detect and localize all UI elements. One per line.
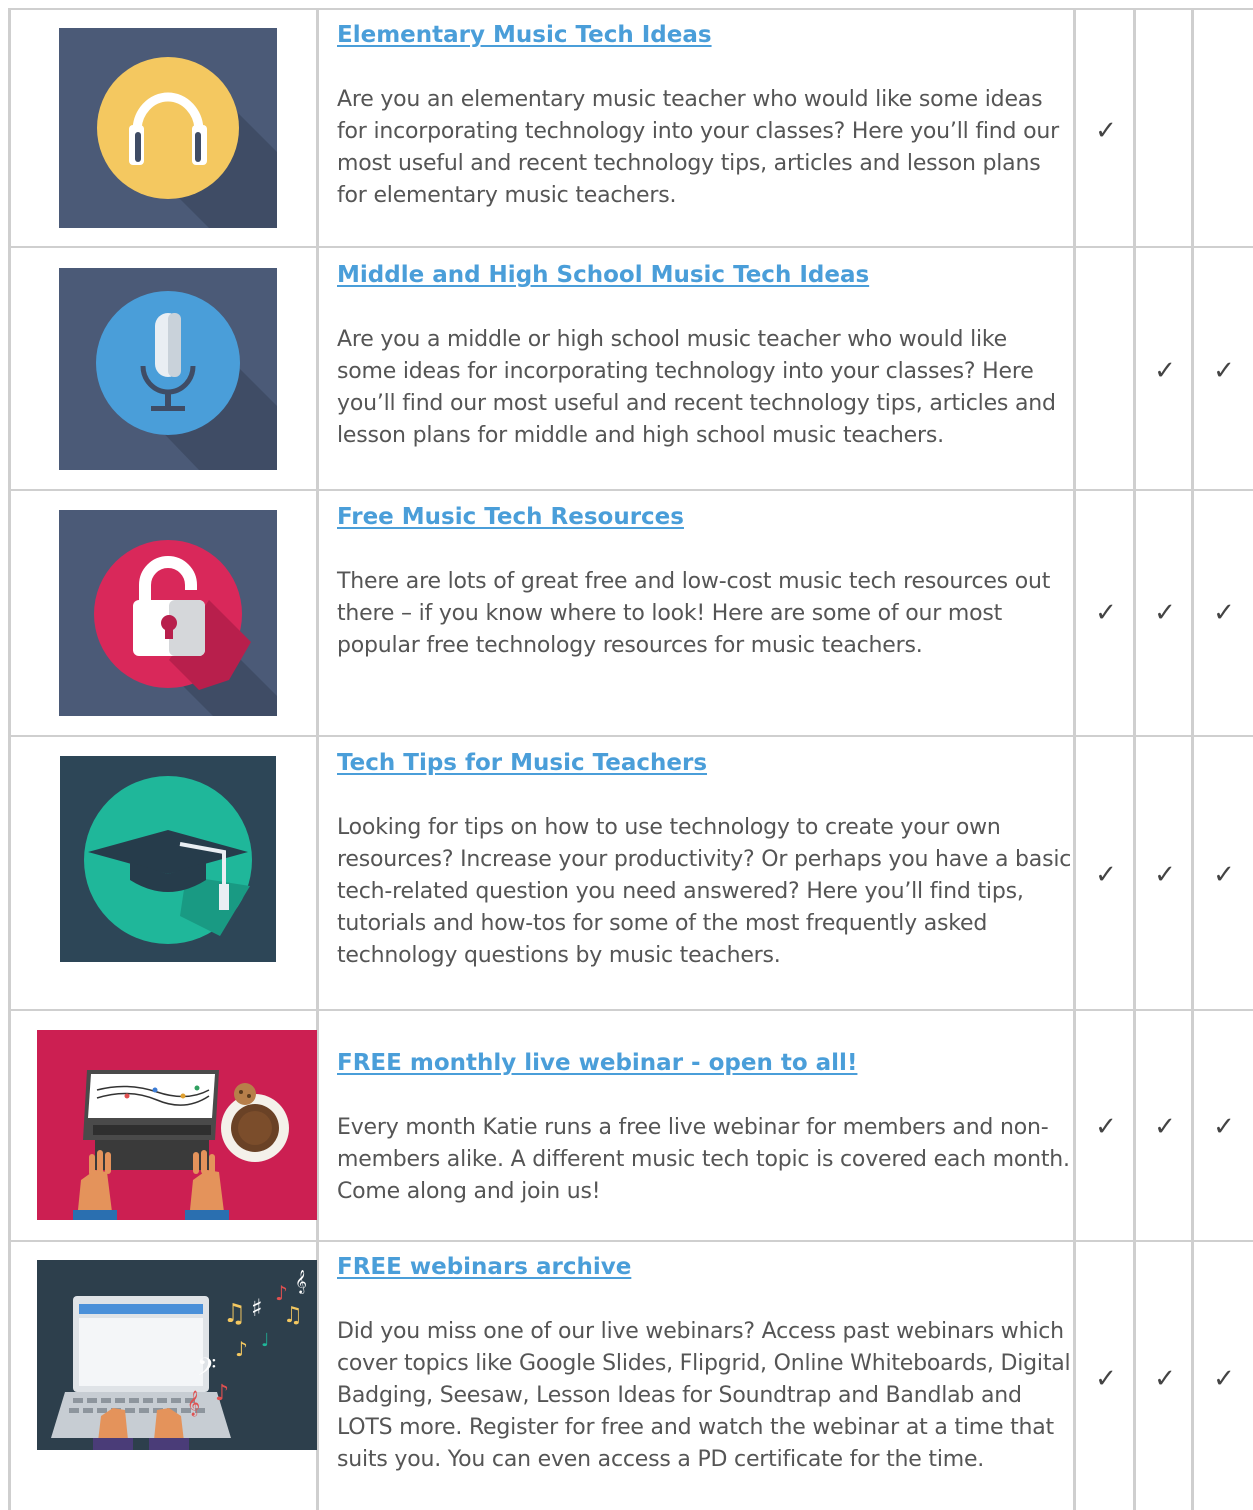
laptop-coffee-illustration	[37, 1030, 317, 1220]
svg-text:𝄞: 𝄞	[187, 1390, 200, 1416]
free-music-tech-resources-link[interactable]: Free Music Tech Resources	[337, 502, 684, 532]
row-4-check-col-1: ✓	[1095, 860, 1117, 890]
row-divider	[8, 735, 1253, 737]
webinars-archive-description: Did you miss one of our live webinars? A…	[337, 1319, 1071, 1472]
row-divider	[8, 246, 1253, 248]
row-5-check-col-1: ✓	[1095, 1112, 1117, 1142]
svg-text:♪: ♪	[235, 1337, 248, 1361]
row-5-check-col-3: ✓	[1213, 1112, 1235, 1142]
resource-table: Elementary Music Tech Ideas Are you an e…	[0, 0, 1253, 1510]
row-1-check-col-1: ✓	[1095, 116, 1117, 146]
row-6-check-col-1: ✓	[1095, 1364, 1117, 1394]
laptop-music-notes-illustration: 𝄢 ♫ ♯ ♪ ♪ ♫ ♪ ♩ 𝄞 𝄞	[37, 1260, 317, 1450]
svg-text:♫: ♫	[223, 1299, 246, 1329]
elementary-music-tech-ideas-link[interactable]: Elementary Music Tech Ideas	[337, 20, 712, 50]
row-5-check-col-2: ✓	[1154, 1112, 1176, 1142]
row-4-check-col-3: ✓	[1213, 860, 1235, 890]
table-border-text-column	[1073, 8, 1076, 1510]
monthly-webinar-description: Every month Katie runs a free live webin…	[337, 1115, 1070, 1204]
svg-text:♩: ♩	[261, 1330, 270, 1351]
middle-high-school-music-tech-ideas-link[interactable]: Middle and High School Music Tech Ideas	[337, 260, 869, 290]
svg-text:𝄞: 𝄞	[295, 1269, 307, 1294]
microphone-icon	[59, 268, 277, 470]
free-monthly-live-webinar-link[interactable]: FREE monthly live webinar - open to all!	[337, 1048, 857, 1078]
table-border-check-column-2	[1191, 8, 1194, 1510]
svg-text:♪: ♪	[275, 1281, 288, 1305]
row-6-check-col-3: ✓	[1213, 1364, 1235, 1394]
svg-text:♯: ♯	[251, 1294, 263, 1322]
svg-text:♪: ♪	[215, 1381, 229, 1406]
graduation-cap-icon	[60, 756, 276, 962]
padlock-icon	[59, 510, 277, 716]
row-3-check-col-2: ✓	[1154, 598, 1176, 628]
row-divider	[8, 489, 1253, 491]
svg-text:𝄢: 𝄢	[197, 1353, 216, 1388]
row-2-check-col-2: ✓	[1154, 356, 1176, 386]
row-divider	[8, 1240, 1253, 1242]
tech-tips-description: Looking for tips on how to use technolog…	[337, 815, 1072, 968]
elementary-description: Are you an elementary music teacher who …	[337, 87, 1059, 208]
table-border-top	[8, 8, 1253, 10]
table-border-check-column-1	[1133, 8, 1136, 1510]
middle-high-school-description: Are you a middle or high school music te…	[337, 327, 1056, 448]
row-3-check-col-1: ✓	[1095, 598, 1117, 628]
svg-text:♫: ♫	[283, 1303, 303, 1328]
row-6-check-col-2: ✓	[1154, 1364, 1176, 1394]
row-4-check-col-2: ✓	[1154, 860, 1176, 890]
table-border-left	[8, 8, 11, 1510]
free-resources-description: There are lots of great free and low-cos…	[337, 569, 1051, 658]
free-webinars-archive-link[interactable]: FREE webinars archive	[337, 1252, 631, 1282]
row-2-check-col-3: ✓	[1213, 356, 1235, 386]
headphones-icon	[59, 28, 277, 228]
row-divider	[8, 1009, 1253, 1011]
tech-tips-for-music-teachers-link[interactable]: Tech Tips for Music Teachers	[337, 748, 707, 778]
row-3-check-col-3: ✓	[1213, 598, 1235, 628]
